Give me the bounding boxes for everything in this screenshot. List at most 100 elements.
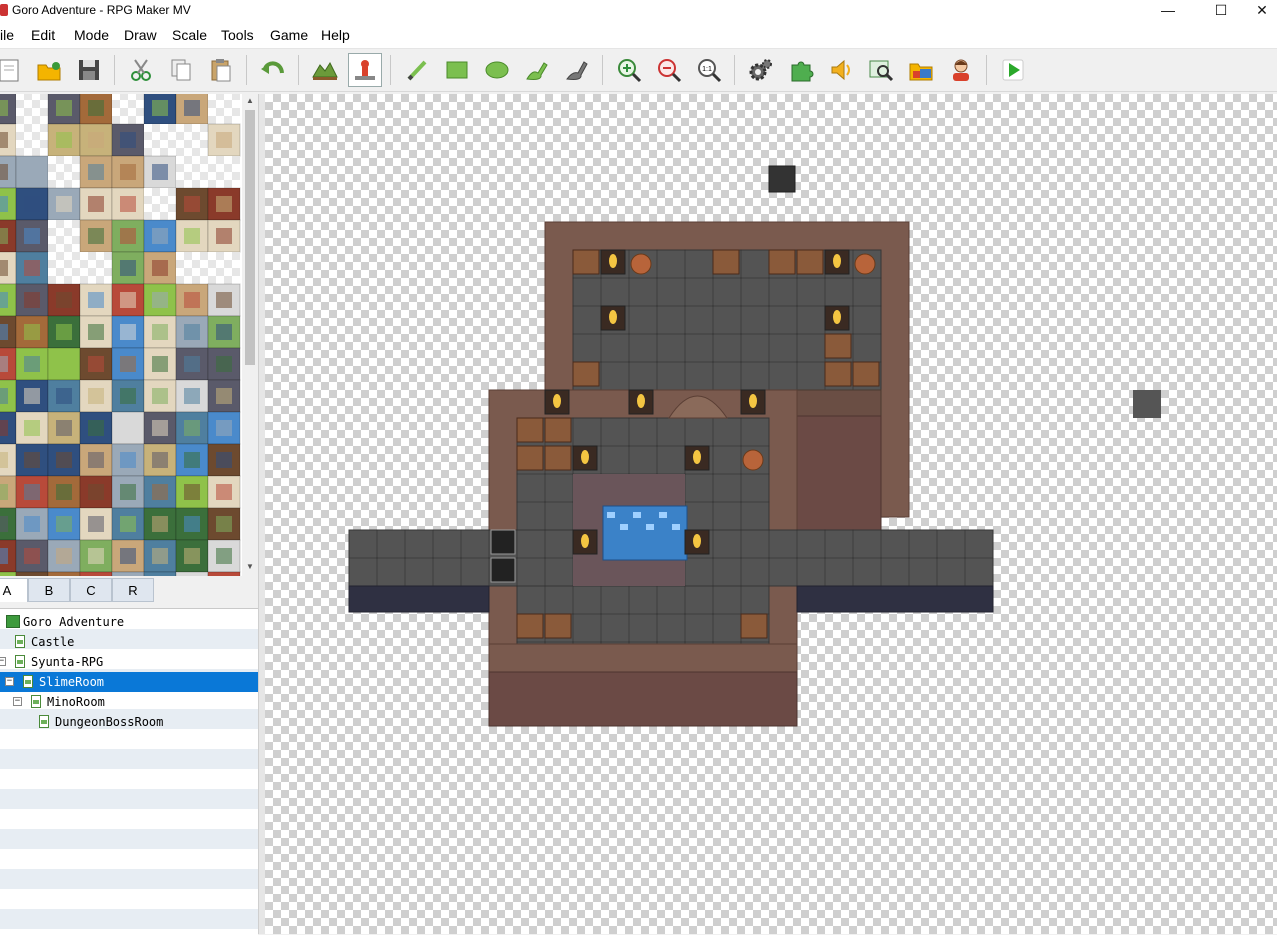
bottom-wall	[488, 643, 798, 673]
torch-flame-icon	[833, 254, 841, 268]
event-mode-icon[interactable]	[348, 53, 382, 87]
close-button[interactable]: ✕	[1240, 0, 1277, 22]
save-project-icon[interactable]	[72, 53, 106, 87]
crate-tile	[572, 249, 600, 275]
torch-flame-icon	[833, 310, 841, 324]
tree-item-label: MinoRoom	[47, 695, 105, 709]
rectangle-icon[interactable]	[440, 53, 474, 87]
crate-tile	[544, 613, 572, 639]
project-icon	[6, 615, 20, 628]
door-marker	[490, 529, 516, 555]
menu-edit[interactable]: Edit	[31, 27, 55, 43]
crate-tile	[516, 445, 544, 471]
tileset-scroll-thumb[interactable]	[245, 110, 255, 365]
tree-item-label: DungeonBossRoom	[55, 715, 164, 729]
map-drawing[interactable]	[265, 94, 1277, 934]
tree-item-project[interactable]: Goro Adventure	[0, 612, 258, 632]
shadow-pen-icon[interactable]	[560, 53, 594, 87]
svg-text:1:1: 1:1	[702, 66, 712, 73]
torch-flame-icon	[581, 534, 589, 548]
crate-tile	[712, 249, 740, 275]
tileset-grid[interactable]	[0, 94, 242, 576]
water-ripple	[633, 512, 641, 518]
undo-icon[interactable]	[256, 53, 290, 87]
torch-flame-icon	[553, 394, 561, 408]
tab-a[interactable]: A	[0, 578, 28, 602]
cut-icon[interactable]	[124, 53, 158, 87]
open-project-icon[interactable]	[32, 53, 66, 87]
crate-tile	[768, 249, 796, 275]
playtest-icon[interactable]	[996, 53, 1030, 87]
map-icon	[23, 675, 33, 688]
crate-tile	[544, 417, 572, 443]
event-searcher-icon[interactable]	[864, 53, 898, 87]
sound-test-icon[interactable]	[824, 53, 858, 87]
torch-flame-icon	[749, 394, 757, 408]
collapse-icon[interactable]: −	[13, 697, 22, 706]
crate-tile	[516, 613, 544, 639]
toolbar: 1:1	[0, 49, 1277, 92]
fountain-water	[602, 505, 688, 561]
pot-icon	[742, 449, 764, 471]
database-icon[interactable]	[744, 53, 778, 87]
tree-item-label: SlimeRoom	[39, 675, 105, 689]
water-ripple	[646, 524, 654, 530]
ellipse-icon[interactable]	[480, 53, 514, 87]
tileset-palette[interactable]	[0, 94, 242, 576]
torch-flame-icon	[609, 254, 617, 268]
menu-game[interactable]: Game	[270, 27, 308, 43]
water-ripple	[672, 524, 680, 530]
menu-draw[interactable]: Draw	[124, 27, 157, 43]
event-marker	[768, 165, 796, 193]
menu-mode[interactable]: Mode	[74, 27, 109, 43]
map-mode-icon[interactable]	[308, 53, 342, 87]
crate-tile	[544, 445, 572, 471]
menu-tools[interactable]: Tools	[221, 27, 254, 43]
water-ripple	[607, 512, 615, 518]
tree-item-minoroom[interactable]: − MinoRoom	[0, 692, 258, 712]
new-project-icon[interactable]	[0, 53, 26, 87]
torch-flame-icon	[581, 450, 589, 464]
menu-file[interactable]: ile	[0, 27, 14, 43]
copy-icon[interactable]	[164, 53, 198, 87]
tab-b[interactable]: B	[28, 578, 70, 602]
map-icon	[15, 635, 25, 648]
menu-help[interactable]: Help	[321, 27, 350, 43]
plugin-manager-icon[interactable]	[784, 53, 818, 87]
paste-icon[interactable]	[204, 53, 238, 87]
torch-flame-icon	[693, 450, 701, 464]
minimize-button[interactable]: —	[1146, 0, 1190, 22]
tileset-scrollbar[interactable]: ▲ ▼	[242, 94, 258, 576]
pot-icon	[854, 253, 876, 275]
crate-tile	[572, 361, 600, 387]
crate-tile	[824, 361, 852, 387]
title-bar: Goro Adventure - RPG Maker MV — ☐ ✕	[0, 0, 1277, 22]
bottom-ground	[488, 671, 798, 727]
fill-icon[interactable]	[520, 53, 554, 87]
actual-size-icon[interactable]: 1:1	[692, 53, 726, 87]
collapse-icon[interactable]: −	[0, 657, 6, 666]
zoom-out-icon[interactable]	[652, 53, 686, 87]
tree-item-slimeroom[interactable]: − SlimeRoom	[0, 672, 258, 692]
tab-r[interactable]: R	[112, 578, 154, 602]
character-generator-icon[interactable]	[944, 53, 978, 87]
tree-item-castle[interactable]: Castle	[0, 632, 258, 652]
scroll-up-icon[interactable]: ▲	[246, 96, 254, 105]
tree-item-label: Castle	[31, 635, 75, 649]
pencil-icon[interactable]	[400, 53, 434, 87]
maximize-button[interactable]: ☐	[1199, 0, 1243, 22]
torch-flame-icon	[609, 310, 617, 324]
tab-c[interactable]: C	[70, 578, 112, 602]
map-icon	[15, 655, 25, 668]
event-marker	[1133, 390, 1161, 418]
tree-item-syunta-rpg[interactable]: − Syunta-RPG	[0, 652, 258, 672]
tree-item-dungeonbossroom[interactable]: DungeonBossRoom	[0, 712, 258, 732]
scroll-down-icon[interactable]: ▼	[246, 562, 254, 571]
corridor-ledge-right	[796, 585, 994, 613]
menu-scale[interactable]: Scale	[172, 27, 207, 43]
collapse-icon[interactable]: −	[5, 677, 14, 686]
resource-manager-icon[interactable]	[904, 53, 938, 87]
crate-tile	[796, 249, 824, 275]
map-canvas[interactable]	[265, 94, 1277, 934]
zoom-in-icon[interactable]	[612, 53, 646, 87]
